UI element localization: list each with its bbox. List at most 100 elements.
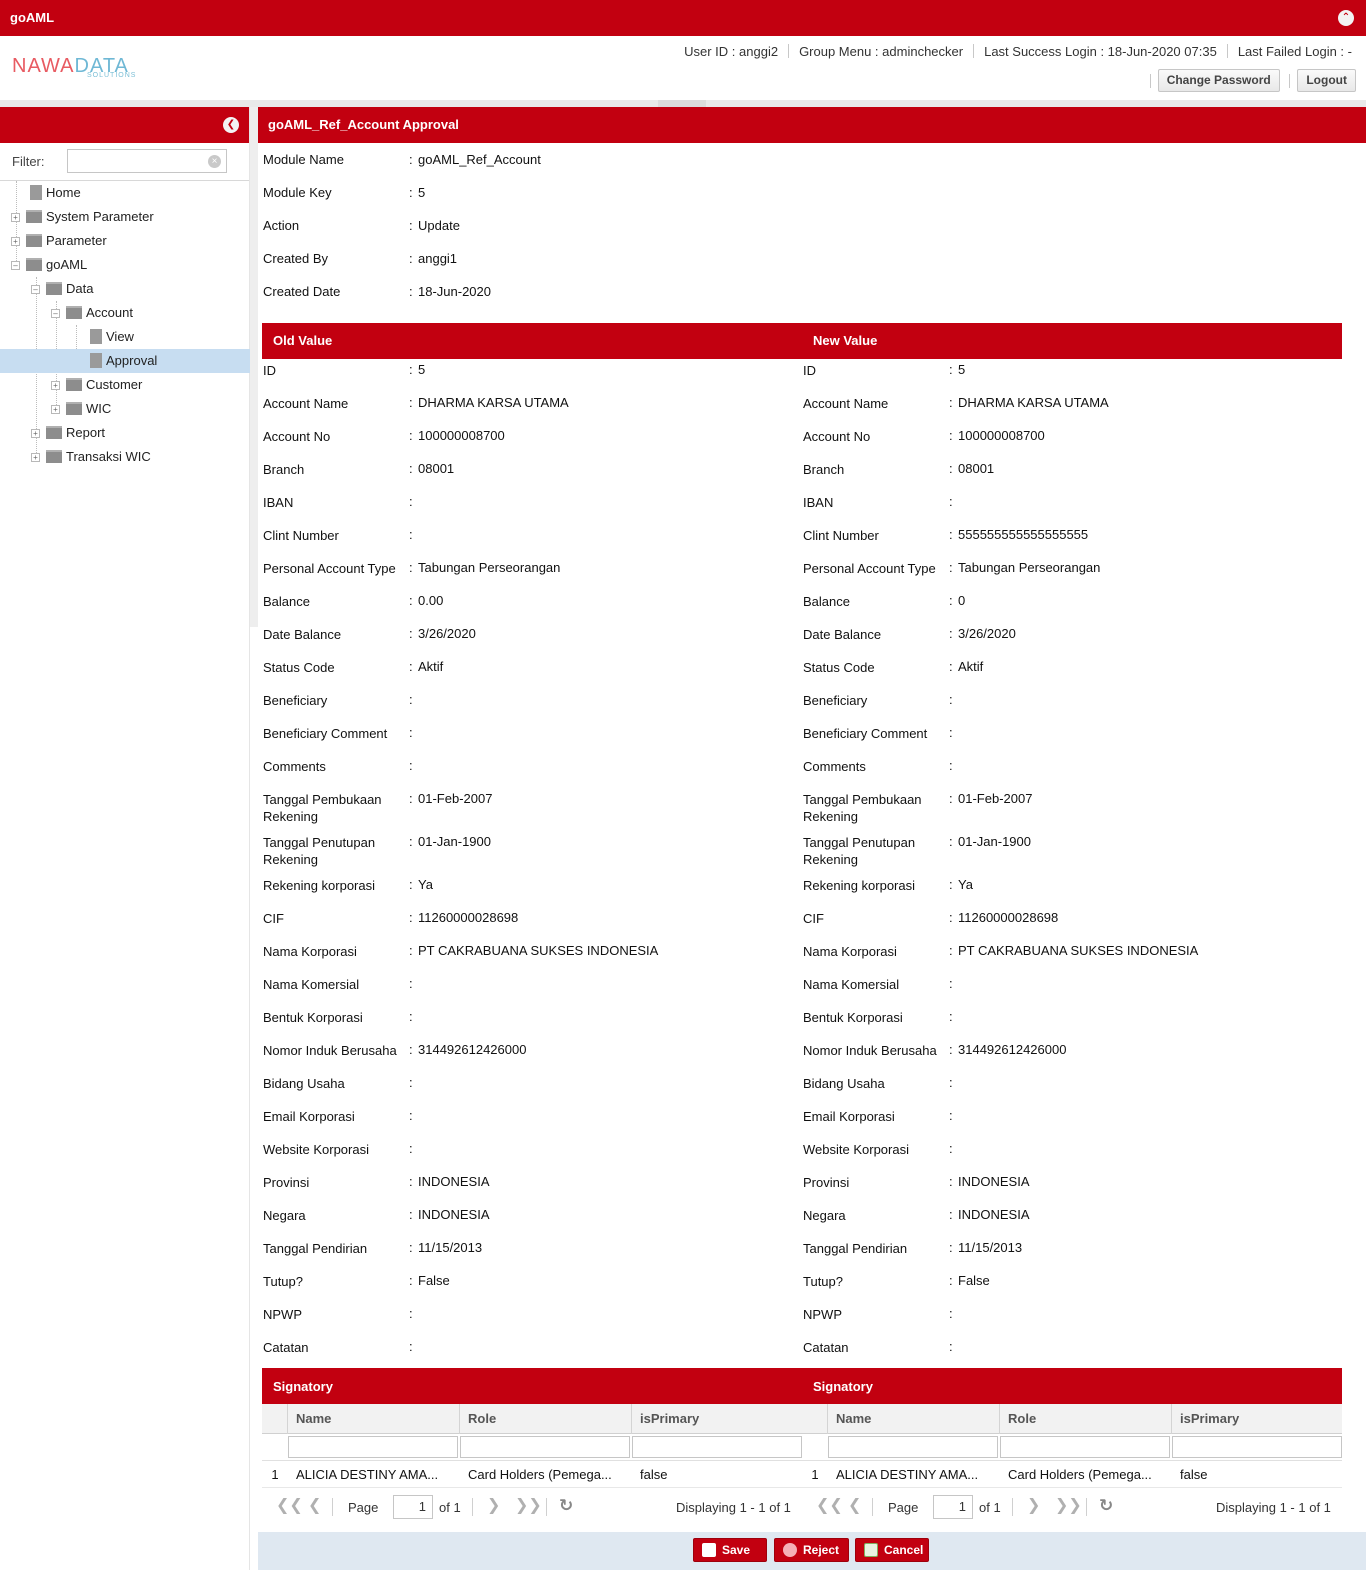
folder-open-icon (66, 306, 82, 319)
new-field-row: Tanggal Penutupan Rekening:01-Jan-1900 (803, 834, 1333, 867)
save-button[interactable]: Save (693, 1538, 767, 1562)
sidebar-item-wic[interactable]: + WIC (0, 397, 250, 421)
column-isprimary[interactable]: isPrimary (632, 1404, 802, 1434)
field-colon: : (949, 910, 953, 925)
field-colon: : (409, 1108, 413, 1123)
rownum-header (802, 1404, 828, 1434)
field-colon: : (409, 1339, 413, 1354)
field-key: Personal Account Type (263, 561, 396, 576)
page-number-input[interactable]: 1 (393, 1495, 433, 1519)
expand-icon[interactable]: + (51, 405, 60, 414)
field-value: 5 (958, 362, 966, 377)
new-field-row: CIF:11260000028698 (803, 910, 1333, 943)
name-filter-input[interactable] (828, 1436, 998, 1458)
new-field-row: Website Korporasi: (803, 1141, 1333, 1174)
expand-icon[interactable]: + (51, 381, 60, 390)
old-field-row: Account No:100000008700 (263, 428, 793, 461)
table-row[interactable]: 1 ALICIA DESTINY AMA... Card Holders (Pe… (262, 1461, 802, 1488)
expand-icon[interactable]: + (31, 453, 40, 462)
column-name[interactable]: Name (288, 1404, 460, 1434)
field-key: Negara (803, 1208, 846, 1223)
change-password-button[interactable]: Change Password (1149, 69, 1280, 92)
next-page-icon[interactable]: ❯ (1027, 1498, 1040, 1514)
first-page-icon[interactable]: ❮❮ (816, 1498, 843, 1514)
expand-icon[interactable]: + (11, 213, 20, 222)
field-key: Branch (263, 462, 305, 477)
field-key: Nomor Induk Berusaha (263, 1043, 397, 1058)
field-colon: : (409, 1075, 413, 1090)
cell-role: Card Holders (Pemega... (468, 1467, 612, 1482)
field-colon: : (949, 976, 953, 991)
name-filter-input[interactable] (288, 1436, 458, 1458)
column-role[interactable]: Role (1000, 1404, 1172, 1434)
sidebar-item-parameter[interactable]: + Parameter (0, 229, 250, 253)
old-field-row: Tutup?: False (263, 1273, 793, 1306)
isprimary-filter-input[interactable] (632, 1436, 802, 1458)
company-logo: NAWADATA SOLUTIONS (12, 56, 157, 82)
field-key: Clint Number (263, 528, 339, 543)
field-colon: : (949, 626, 953, 641)
field-colon: : (409, 910, 413, 925)
collapse-icon[interactable]: – (51, 309, 60, 318)
first-page-icon[interactable]: ❮❮ (276, 1498, 303, 1514)
sidebar-item-account[interactable]: – Account (0, 301, 250, 325)
sidebar-item-transaksi-wic[interactable]: + Transaksi WIC (0, 445, 250, 469)
column-isprimary[interactable]: isPrimary (1172, 1404, 1342, 1434)
clear-icon[interactable]: × (208, 155, 221, 168)
expand-icon[interactable]: + (11, 237, 20, 246)
field-colon: : (409, 692, 413, 707)
collapse-left-icon[interactable]: ❮ (223, 117, 239, 133)
sidebar-item-view[interactable]: View (0, 325, 250, 349)
column-name[interactable]: Name (828, 1404, 1000, 1434)
collapse-icon[interactable]: – (31, 285, 40, 294)
sidebar-splitter[interactable] (250, 107, 258, 627)
last-page-icon[interactable]: ❯❯ (515, 1498, 542, 1514)
save-icon (702, 1543, 716, 1557)
sidebar-item-report[interactable]: + Report (0, 421, 250, 445)
page-number-input[interactable]: 1 (933, 1495, 973, 1519)
column-role[interactable]: Role (460, 1404, 632, 1434)
prev-page-icon[interactable]: ❮ (848, 1498, 861, 1514)
field-colon: : (949, 725, 953, 740)
old-field-row: Tanggal Pendirian:11/15/2013 (263, 1240, 793, 1273)
sidebar-item-label: Customer (86, 377, 143, 392)
sidebar-item-data[interactable]: – Data (0, 277, 250, 301)
header-splitter[interactable] (0, 100, 1366, 107)
field-value: 100000008700 (958, 428, 1045, 443)
field-value: DHARMA KARSA UTAMA (418, 395, 569, 410)
collapse-icon[interactable]: – (11, 261, 20, 270)
logout-button[interactable]: Logout (1289, 69, 1356, 92)
filter-input[interactable] (67, 149, 227, 173)
prev-page-icon[interactable]: ❮ (308, 1498, 321, 1514)
splitter-handle[interactable] (658, 100, 706, 107)
role-filter-input[interactable] (460, 1436, 630, 1458)
collapse-up-icon[interactable]: ⌃ (1338, 10, 1354, 26)
group-menu: Group Menu : adminchecker (799, 44, 964, 59)
refresh-icon[interactable]: ↻ (1099, 1497, 1113, 1514)
reject-button[interactable]: Reject (774, 1538, 849, 1562)
sidebar-item-goaml[interactable]: – goAML (0, 253, 250, 277)
sidebar-item-customer[interactable]: + Customer (0, 373, 250, 397)
field-key: Rekening korporasi (263, 878, 376, 893)
sidebar-item-label: WIC (86, 401, 112, 416)
old-field-row: Bentuk Korporasi: (263, 1009, 793, 1042)
sidebar-item-approval[interactable]: Approval (0, 349, 250, 373)
cancel-icon (864, 1543, 878, 1557)
file-icon (30, 185, 42, 200)
cell-role: Card Holders (Pemega... (1008, 1467, 1152, 1482)
field-value: 11/15/2013 (958, 1240, 1023, 1255)
sidebar-item-system-parameter[interactable]: + System Parameter (0, 205, 250, 229)
field-key: Beneficiary (263, 693, 328, 708)
role-filter-input[interactable] (1000, 1436, 1170, 1458)
field-colon: : (409, 1240, 413, 1255)
next-page-icon[interactable]: ❯ (487, 1498, 500, 1514)
isprimary-filter-input[interactable] (1172, 1436, 1342, 1458)
table-row[interactable]: 1 ALICIA DESTINY AMA... Card Holders (Pe… (802, 1461, 1342, 1488)
last-page-icon[interactable]: ❯❯ (1055, 1498, 1082, 1514)
expand-icon[interactable]: + (31, 429, 40, 438)
field-colon: : (949, 428, 953, 443)
refresh-icon[interactable]: ↻ (559, 1497, 573, 1514)
field-key: Beneficiary Comment (803, 726, 928, 741)
cancel-button[interactable]: Cancel (855, 1538, 929, 1562)
sidebar-item-home[interactable]: Home (0, 181, 250, 205)
